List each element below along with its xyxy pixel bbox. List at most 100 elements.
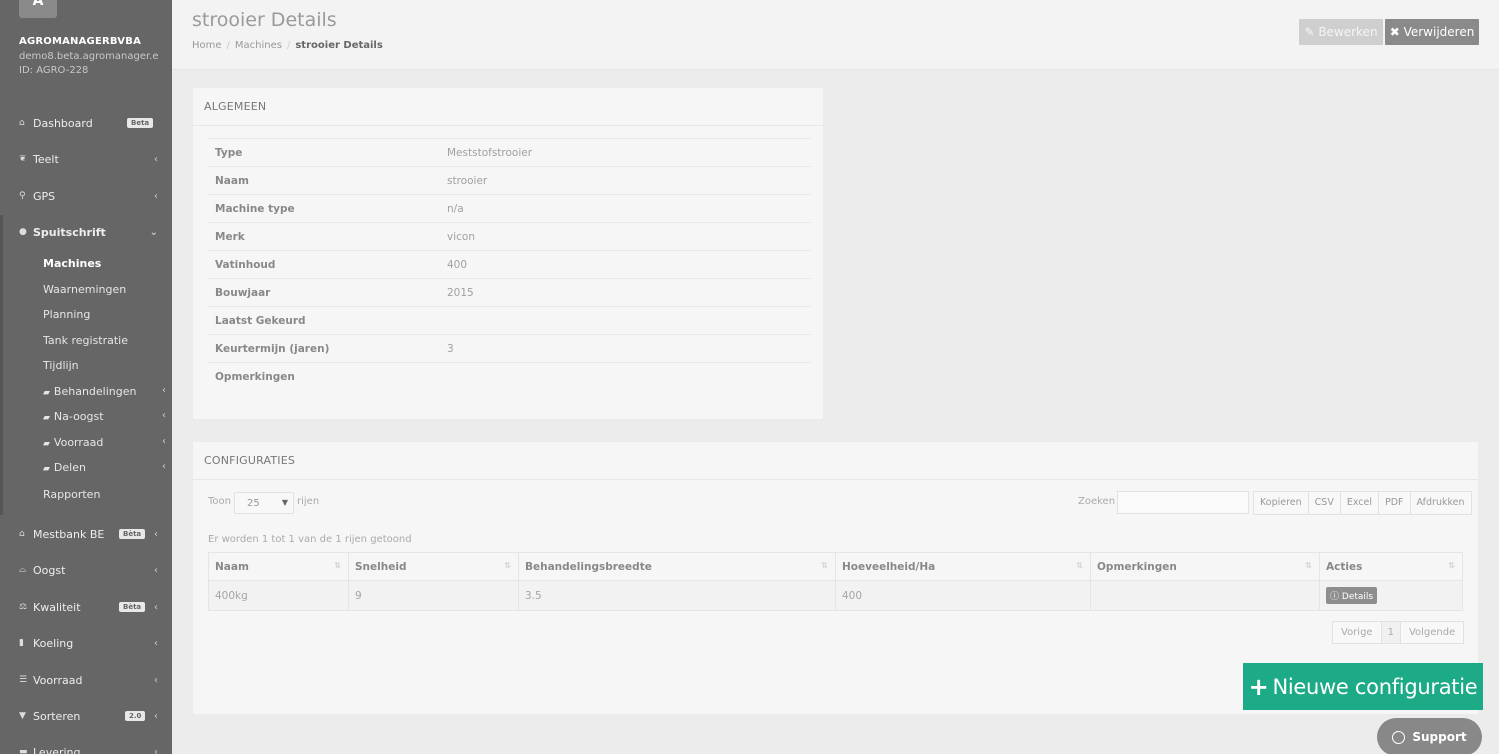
column-header-snelheid[interactable]: Snelheid ⇅ [348, 552, 519, 581]
sidebar-item-gps[interactable]: ⚲ GPS ‹ [0, 186, 172, 206]
org-logo[interactable]: A [19, 0, 57, 18]
breadcrumb-machines[interactable]: Machines [235, 40, 282, 51]
detail-row-naam: Naam strooier [207, 166, 811, 194]
excel-button[interactable]: Excel [1341, 492, 1379, 514]
sidebar-item-teelt[interactable]: ❦ Teelt ‹ [0, 149, 172, 169]
sidebar-sub-delen[interactable]: ▰ Delen ‹ [43, 461, 172, 474]
new-configuration-button[interactable]: + Nieuwe configuratie [1243, 663, 1483, 710]
sort-icon: ⇅ [504, 561, 511, 570]
cell-acties: ⓘ Details [1319, 580, 1463, 611]
cell-naam: 400kg [208, 580, 349, 611]
beta-badge: Bèta [119, 602, 146, 612]
breadcrumb-current: strooier Details [295, 40, 383, 51]
search-label: Zoeken [1078, 496, 1116, 507]
basket-icon: ⌓ [19, 565, 27, 575]
detail-row-vatinhoud: Vatinhoud 400 [207, 250, 811, 278]
sidebar-sub-voorraad[interactable]: ▰ Voorraad ‹ [43, 436, 172, 449]
chevron-left-icon: ‹ [154, 746, 158, 754]
general-card-title: ALGEMEEN [204, 100, 267, 113]
page-number-button[interactable]: 1 [1381, 622, 1401, 643]
chevron-left-icon: ‹ [154, 637, 158, 649]
sidebar-item-voorraad[interactable]: ☰ Voorraad ‹ [0, 670, 172, 690]
folder-icon: ▰ [43, 413, 50, 423]
column-header-behandelingsbreedte[interactable]: Behandelingsbreedte ⇅ [518, 552, 836, 581]
search-input[interactable] [1117, 491, 1249, 514]
configurations-table: Naam ⇅ Snelheid ⇅ Behandelingsbreedte ⇅ Hoe… [208, 552, 1463, 611]
filter-icon: ▼ [19, 711, 26, 721]
home-icon: ⌂ [19, 118, 25, 128]
sidebar-sub-rapporten[interactable]: Rapporten [43, 488, 100, 501]
rows-label: rijen [297, 496, 320, 507]
export-buttons: Kopieren CSV Excel PDF Afdrukken [1253, 491, 1472, 515]
list-icon: ☰ [19, 675, 28, 685]
drop-icon: ● [19, 227, 27, 237]
chevron-left-icon: ‹ [154, 190, 158, 202]
sidebar-sub-waarnemingen[interactable]: Waarnemingen [43, 283, 126, 296]
delete-button[interactable]: ✖ Verwijderen [1385, 19, 1479, 45]
cell-opmerkingen [1090, 580, 1320, 611]
map-marker-icon: ⚲ [19, 191, 26, 201]
csv-button[interactable]: CSV [1309, 492, 1341, 514]
edit-button[interactable]: ✎ Bewerken [1299, 19, 1383, 45]
sidebar-item-kwaliteit[interactable]: ⚖ Kwaliteit Bèta ‹ [0, 597, 172, 617]
sort-icon: ⇅ [821, 561, 828, 570]
sidebar-item-levering[interactable]: ▬ Levering ‹ [0, 742, 172, 754]
folder-icon: ▰ [43, 388, 50, 398]
folder-icon: ▰ [43, 464, 50, 474]
pencil-icon: ✎ [1304, 25, 1315, 39]
detail-row-bouwjaar: Bouwjaar 2015 [207, 278, 811, 306]
sort-icon: ⇅ [1448, 561, 1455, 570]
sidebar-sub-behandelingen[interactable]: ▰ Behandelingen ‹ [43, 385, 172, 398]
detail-row-type: Type Meststofstrooier [207, 138, 811, 166]
sidebar-item-sorteren[interactable]: ▼ Sorteren 2.0 ‹ [0, 706, 172, 726]
chevron-left-icon: ‹ [154, 528, 158, 540]
support-button[interactable]: Support [1377, 718, 1482, 754]
copy-button[interactable]: Kopieren [1254, 492, 1309, 514]
chevron-left-icon: ‹ [162, 461, 166, 472]
column-header-hoeveelheid[interactable]: Hoeveelheid/Ha ⇅ [835, 552, 1091, 581]
pagination: Vorige 1 Volgende [1332, 621, 1465, 644]
plus-icon: + [1248, 672, 1269, 701]
sidebar-item-spuitschrift[interactable]: ● Spuitschrift ⌄ [0, 222, 172, 242]
column-header-naam[interactable]: Naam ⇅ [208, 552, 349, 581]
column-header-opmerkingen[interactable]: Opmerkingen ⇅ [1090, 552, 1320, 581]
next-page-button[interactable]: Volgende [1401, 622, 1463, 643]
details-button[interactable]: ⓘ Details [1326, 587, 1378, 604]
org-name: AGROMANAGERBVBA [19, 36, 142, 47]
detail-row-keurtermijn: Keurtermijn (jaren) 3 [207, 334, 811, 362]
sidebar-sub-tijdlijn[interactable]: Tijdlijn [43, 359, 79, 372]
page-size-select[interactable]: 25 ▼ [234, 492, 294, 514]
sidebar: A AGROMANAGERBVBA demo8.beta.agromanager… [0, 0, 172, 754]
chevron-down-icon: ▼ [281, 498, 288, 507]
sidebar-item-dashboard[interactable]: ⌂ Dashboard Beta [0, 113, 172, 133]
active-section-indicator [0, 215, 3, 515]
prev-page-button[interactable]: Vorige [1333, 622, 1382, 643]
page-title: strooier Details [192, 9, 337, 31]
breadcrumb-home[interactable]: Home [192, 40, 222, 51]
sort-icon: ⇅ [1076, 561, 1083, 570]
detail-row-machine-type: Machine type n/a [207, 194, 811, 222]
general-card: ALGEMEEN Type Meststofstrooier Naam strooi… [192, 87, 824, 420]
beta-badge: Bèta [119, 529, 146, 539]
chevron-left-icon: ‹ [154, 564, 158, 576]
print-button[interactable]: Afdrukken [1411, 492, 1471, 514]
detail-row-merk: Merk vicon [207, 222, 811, 250]
sidebar-sub-tank-registratie[interactable]: Tank registratie [43, 334, 128, 347]
truck-icon: ▬ [19, 747, 28, 754]
detail-row-laatst-gekeurd: Laatst Gekeurd [207, 306, 811, 334]
sidebar-item-mestbank[interactable]: ⌂ Mestbank BE Bèta ‹ [0, 524, 172, 544]
sidebar-sub-na-oogst[interactable]: ▰ Na-oogst ‹ [43, 410, 172, 423]
sidebar-item-oogst[interactable]: ⌓ Oogst ‹ [0, 560, 172, 580]
org-domain: demo8.beta.agromanager.e [19, 51, 159, 62]
cell-snelheid: 9 [348, 580, 519, 611]
detail-row-opmerkingen: Opmerkingen [207, 362, 811, 390]
info-icon: ⓘ [1330, 592, 1340, 602]
pdf-button[interactable]: PDF [1379, 492, 1411, 514]
page-header: strooier Details Home / Machines / strooier … [172, 0, 1499, 70]
column-header-acties[interactable]: Acties ⇅ [1319, 552, 1463, 581]
sidebar-sub-machines[interactable]: Machines [43, 257, 101, 270]
sidebar-sub-planning[interactable]: Planning [43, 308, 90, 321]
sidebar-item-koeling[interactable]: ▮ Koeling ‹ [0, 633, 172, 653]
cell-hoeveelheid: 400 [835, 580, 1091, 611]
show-label: Toon [208, 496, 231, 507]
